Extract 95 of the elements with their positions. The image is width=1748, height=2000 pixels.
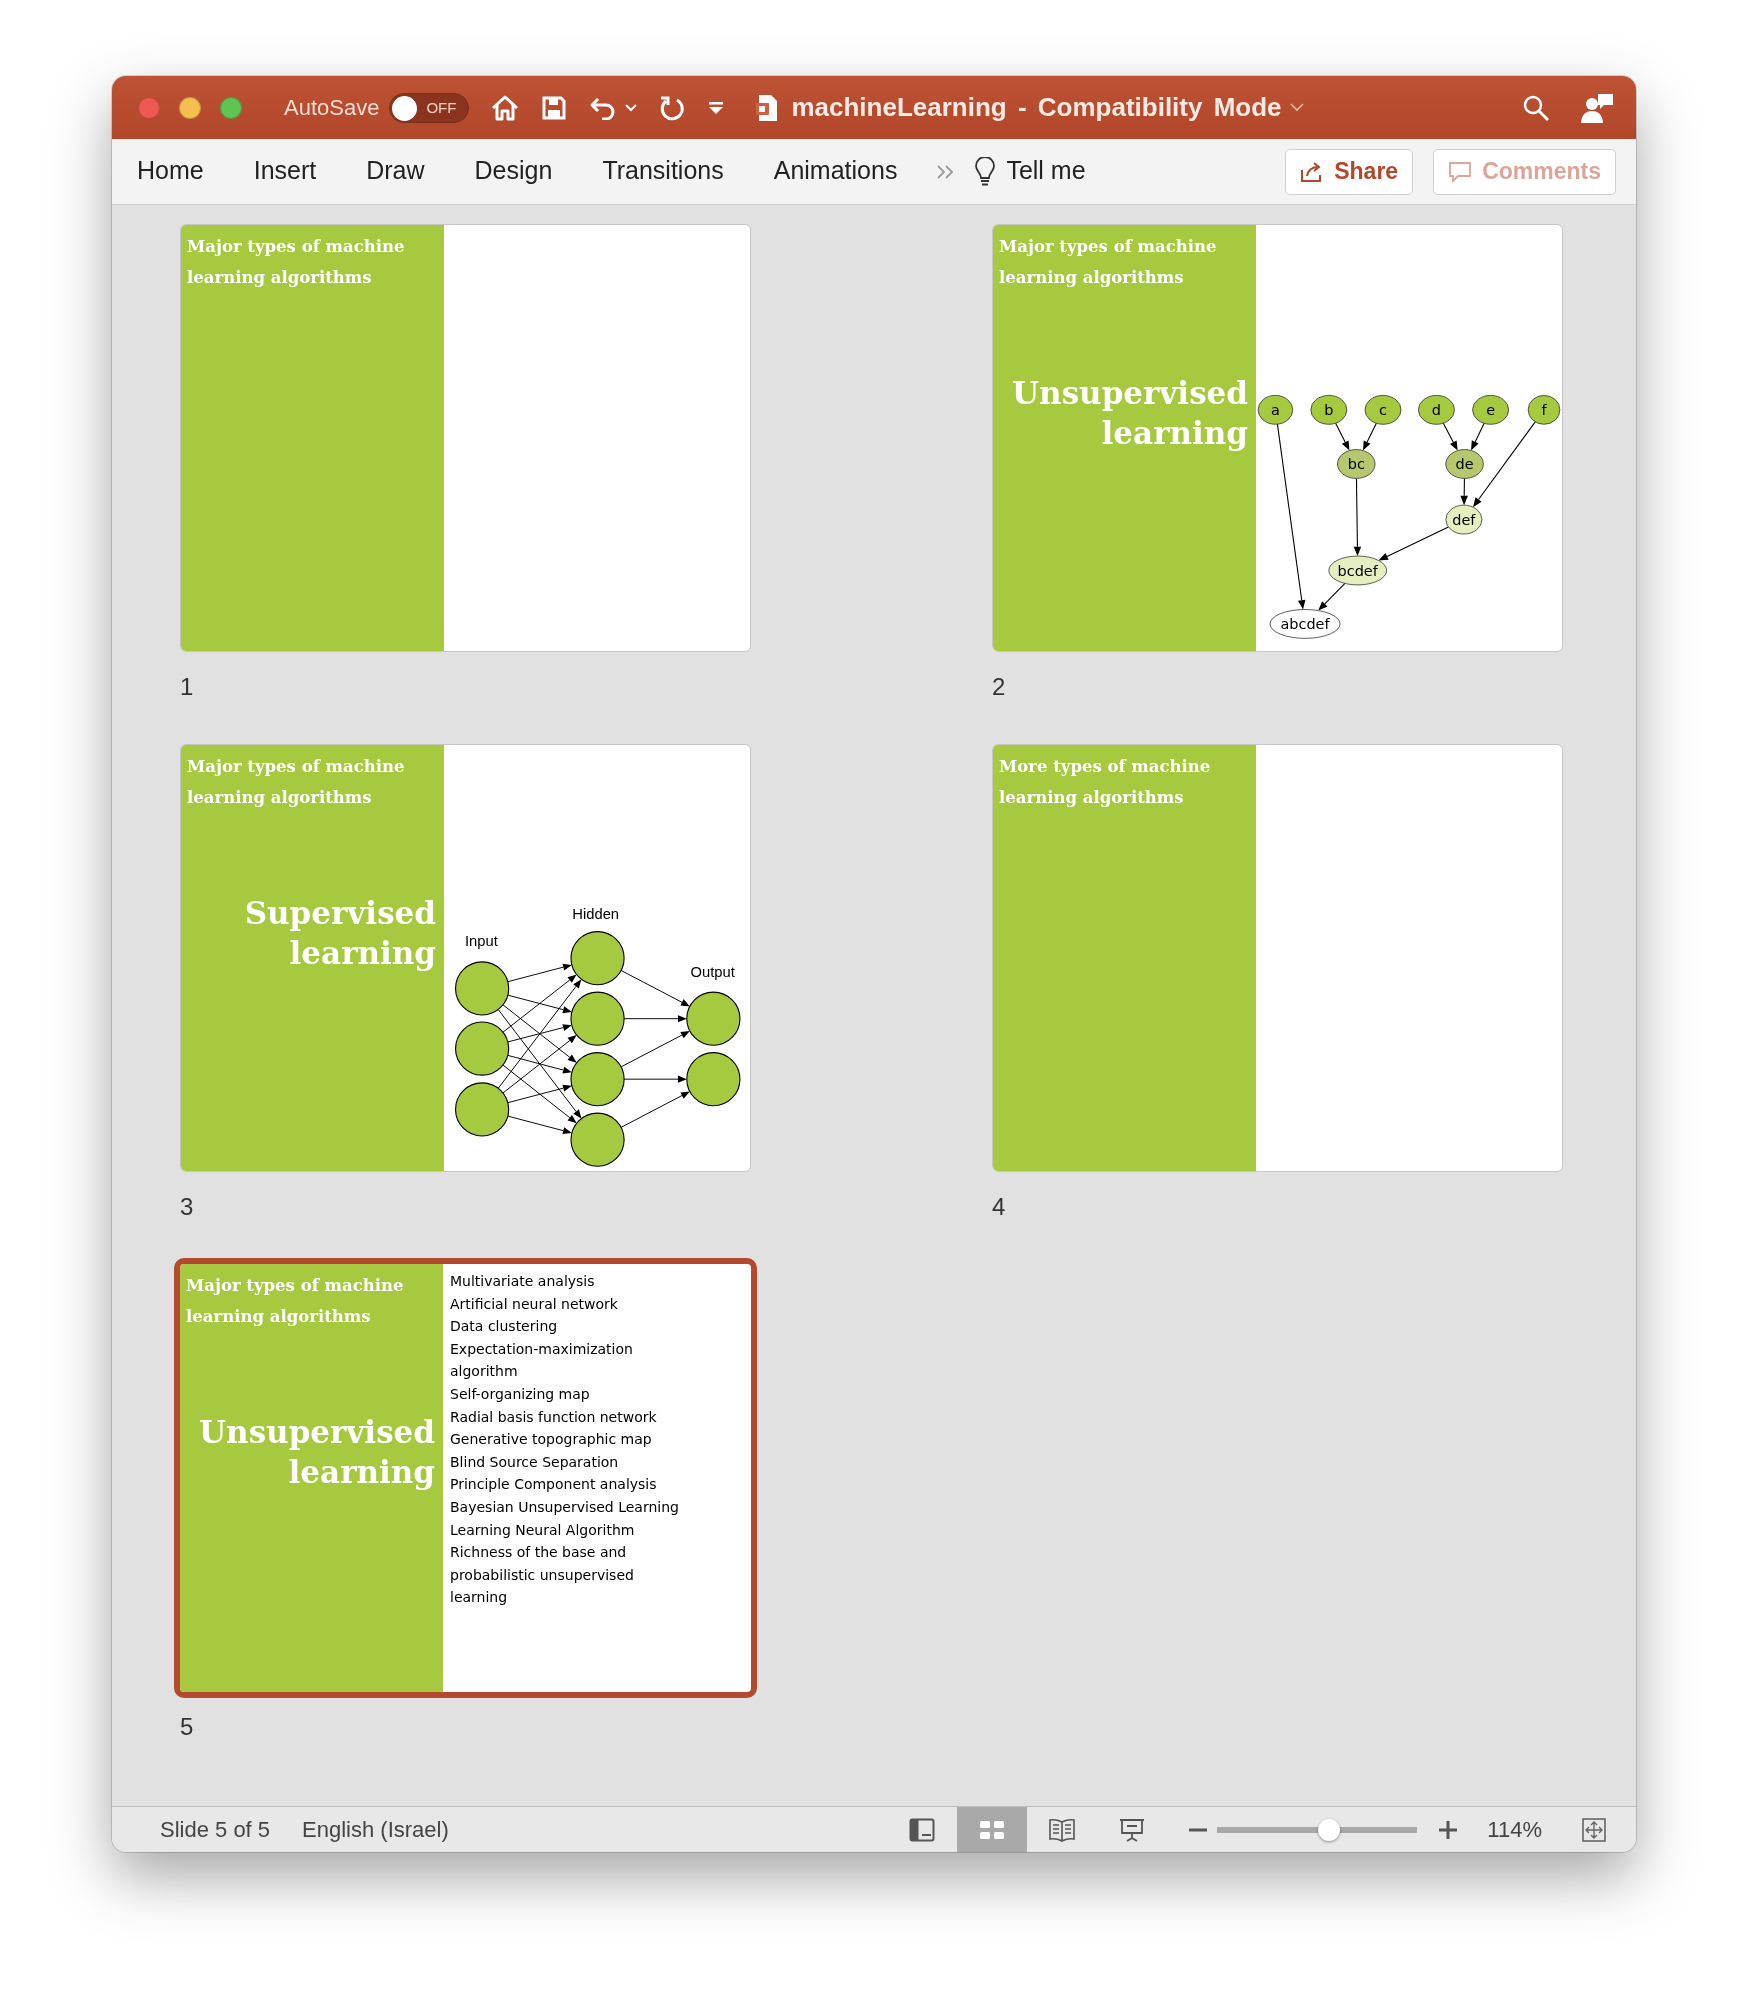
autosave-label: AutoSave [284,94,380,121]
arrow [620,970,690,1007]
zoom-percentage[interactable]: 114% [1487,1816,1542,1843]
arrow [620,1030,690,1068]
list-item: Data clustering [450,1317,559,1337]
slide-thumbnail[interactable]: Major types of machine learning algorithms Supervised learning Input Hidden Output [180,744,751,1172]
ribbon-tab[interactable]: Insert [232,149,338,194]
node-label: a [1271,401,1280,418]
document-icon [755,93,780,122]
slide-counter: Slide 5 of 5 [160,1816,271,1843]
slide-heading: Unsupervised learning [1011,374,1248,453]
home-icon[interactable] [491,94,520,121]
ribbon-tab[interactable]: Design [453,149,574,194]
layer-label: Output [690,963,735,980]
share-button[interactable]: Share [1285,148,1414,195]
node-label: f [1541,401,1547,418]
arrow [1318,582,1346,611]
neuron [570,991,625,1046]
arrow [623,1075,687,1083]
arrow [1378,526,1449,561]
fit-to-window-icon[interactable] [1582,1817,1606,1842]
slide-heading: Supervised learning [243,894,436,973]
neuron [455,1021,510,1076]
slide-number: 2 [992,672,1006,702]
normal-view-icon [909,1817,936,1842]
list-item: Expectation-maximization algorithm [450,1339,634,1382]
slide-title: Major types of machine learning algorithms [186,1275,405,1328]
arrow [1442,422,1458,451]
slide-number: 1 [180,672,194,702]
ribbon-tab[interactable]: Animations [752,149,919,194]
customize-icon[interactable] [707,100,726,115]
slide-title: Major types of machine learning algorithms [187,756,406,809]
node-label: c [1379,401,1387,418]
neuron [570,1112,625,1167]
language-label: English (Israel) [302,1816,449,1843]
list-item: Principle Component analysis [450,1475,658,1495]
arrow [623,1015,687,1023]
neuron [570,1052,625,1107]
slide-title: Major types of machine learning algorithms [187,236,406,289]
node-label: e [1486,401,1496,418]
arrow [1460,477,1468,506]
ribbon-tab[interactable]: Home [116,149,225,194]
person-icon[interactable] [1580,91,1614,124]
chevron-icon[interactable] [1289,103,1304,112]
arrow [1335,422,1350,451]
slide-title: Major types of machine learning algorithms [999,236,1218,289]
node-label: bc [1347,456,1365,473]
tell-me-field[interactable]: Tell me [996,149,1107,194]
caret-icon[interactable] [625,103,638,112]
ribbon-tab[interactable]: Transitions [581,149,745,194]
document-title: machineLearning - Compatibility Mode [791,92,1282,123]
slide-heading: Unsupervised learning [198,1413,435,1492]
neuron [686,1052,741,1107]
list-item: Self-organizing map [450,1384,591,1404]
list-item: Bayesian Unsupervised Learning [450,1497,680,1517]
zoom-in-icon[interactable] [1439,1820,1458,1839]
node-label: bcdef [1337,562,1378,579]
node-label: def [1452,511,1476,528]
neuron [455,1082,510,1137]
node-label: abcdef [1280,616,1330,632]
node-label: b [1324,401,1334,418]
neuron [570,931,625,986]
lightbulb-icon [974,156,997,187]
slide-thumbnail[interactable]: Major types of machine learning algorithms Unsupervised learning a b c d e f bc de def bcdef abcdef [992,224,1563,652]
list-item: Artificial neural network [450,1294,619,1314]
slide-number: 3 [180,1192,194,1222]
list-item: Blind Source Separation [450,1452,620,1472]
zoom-out-icon[interactable] [1189,1827,1208,1832]
minimize-icon[interactable] [179,96,201,119]
book-icon [1048,1817,1077,1842]
node-label: d [1431,401,1441,418]
list-item: Learning Neural Algorithm [450,1520,636,1540]
slide-number: 5 [180,1712,194,1742]
slide-thumbnail[interactable] [174,1258,757,1698]
grid-icon [979,1819,1006,1840]
layer-label: Input [464,933,498,949]
list-item: Radial basis function network [450,1407,658,1427]
arrow [1362,422,1377,451]
arrow [620,1091,690,1128]
presentation-icon [1119,1817,1146,1842]
node-label: de [1455,456,1474,473]
neuron [455,961,510,1016]
search-icon[interactable] [1522,93,1550,122]
list-item: Generative topographic map [450,1430,653,1450]
slider-thumb[interactable] [1318,1818,1341,1841]
neuron [686,991,741,1046]
ribbon-tab[interactable]: Draw [345,149,446,194]
slide-title: More types of machine learning algorithms [999,756,1212,809]
comment-icon [1448,160,1473,183]
list-item: Richness of the base and probabilistic unsupervised learning [450,1543,635,1608]
slide-number: 4 [992,1192,1006,1222]
list-item: Multivariate analysis [450,1272,596,1291]
layer-label: Hidden [572,906,620,923]
autosave-toggle[interactable]: OFF [389,92,470,123]
save-icon[interactable] [541,94,568,121]
